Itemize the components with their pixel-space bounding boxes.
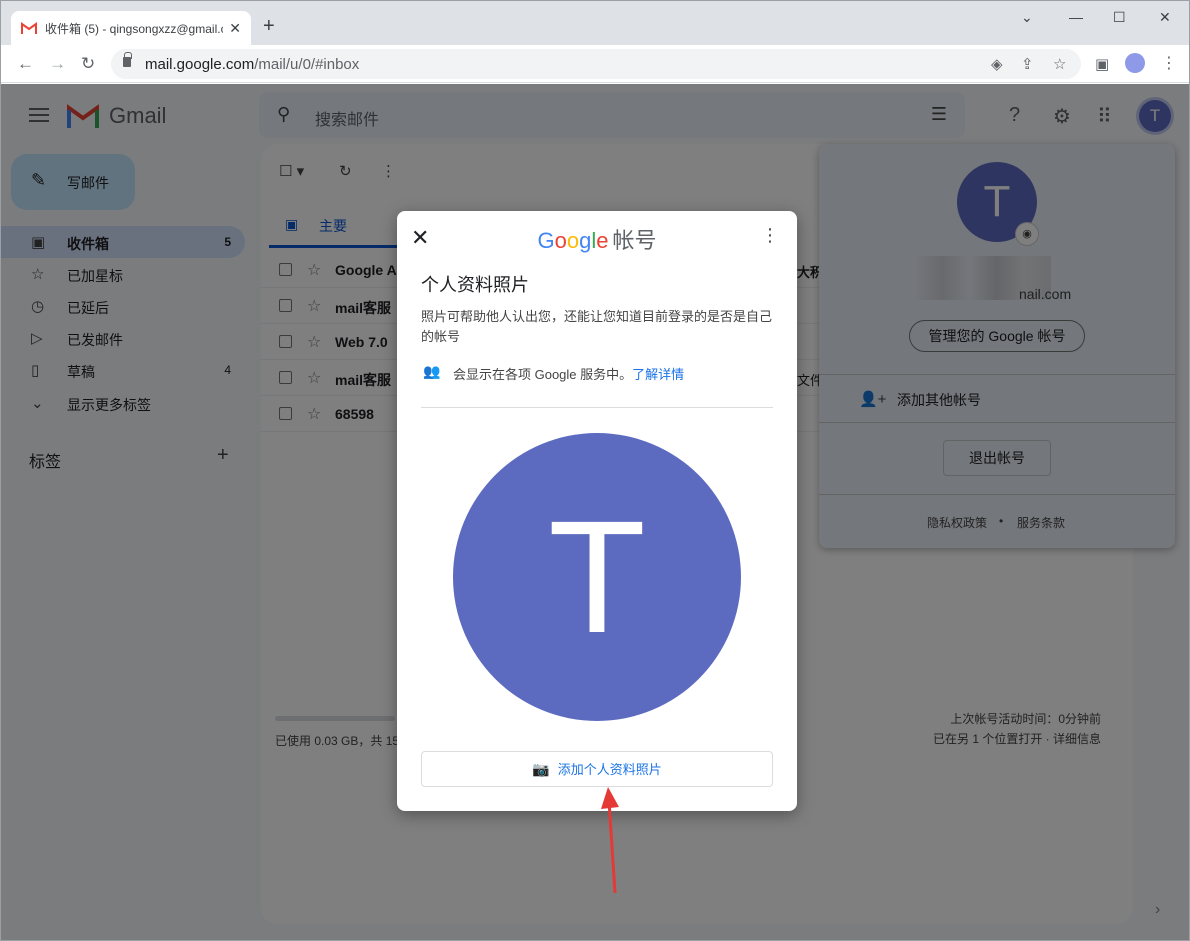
more-options-icon[interactable]: ⋮	[761, 225, 779, 246]
forward-icon[interactable]: →	[49, 54, 66, 74]
toolbar: ← → ↻ mail.google.com/mail/u/0/#inbox ◈ …	[1, 45, 1189, 83]
browser-menu-icon[interactable]: ⋮	[1161, 53, 1177, 73]
visibility-note: 会显示在各项 Google 服务中。了解详情	[453, 367, 685, 382]
share-icon[interactable]: ⇪	[1021, 55, 1034, 73]
chevron-right-icon[interactable]: ›	[1155, 901, 1160, 919]
reload-icon[interactable]: ↻	[81, 54, 95, 74]
people-icon: 👥	[423, 363, 441, 379]
profile-photo: T	[453, 433, 741, 721]
browser-profile-icon[interactable]	[1125, 53, 1145, 73]
tab-search-chevron-icon[interactable]: ⌄	[1021, 9, 1033, 26]
address-bar[interactable]: mail.google.com/mail/u/0/#inbox ◈ ⇪ ☆	[111, 49, 1081, 79]
bookmark-star-icon[interactable]: ☆	[1053, 55, 1066, 73]
learn-more-link[interactable]: 了解详情	[632, 367, 684, 382]
lock-icon	[123, 52, 132, 67]
dialog-description: 照片可帮助他人认出您，还能让您知道目前登录的是否是自己的帐号	[421, 309, 773, 344]
tab-strip: 收件箱 (5) - qingsongxzz@gmail.com ✕ + ⌄ — …	[1, 1, 1189, 45]
divider	[421, 407, 773, 408]
dialog-heading: 个人资料照片	[421, 275, 529, 295]
tab-title: 收件箱 (5) - qingsongxzz@gmail.com	[45, 21, 223, 36]
tab-close-icon[interactable]: ✕	[229, 20, 241, 37]
add-photo-label: 添加个人资料照片	[557, 762, 662, 777]
sidepanel-icon[interactable]: ▣	[1095, 55, 1109, 73]
add-photo-button[interactable]: 📷 添加个人资料照片	[421, 751, 773, 787]
url-text: mail.google.com/mail/u/0/#inbox	[145, 56, 360, 73]
profile-photo-dialog: ✕ Google 帐号 ⋮ 个人资料照片 照片可帮助他人认出您，还能让您知道目前登…	[397, 211, 797, 811]
minimize-icon[interactable]: —	[1069, 9, 1083, 25]
annotation-arrow-icon	[601, 787, 619, 894]
window-close-icon[interactable]: ✕	[1159, 9, 1171, 26]
browser-window: 收件箱 (5) - qingsongxzz@gmail.com ✕ + ⌄ — …	[0, 0, 1190, 941]
dialog-title: Google 帐号	[537, 228, 657, 253]
maximize-icon[interactable]: ☐	[1113, 9, 1126, 26]
back-icon[interactable]: ←	[17, 54, 34, 74]
new-tab-icon[interactable]: +	[263, 15, 275, 38]
view-icon[interactable]: ◈	[991, 55, 1003, 73]
gmail-favicon-icon	[21, 22, 37, 34]
add-photo-icon: 📷	[532, 761, 550, 777]
browser-tab[interactable]: 收件箱 (5) - qingsongxzz@gmail.com ✕	[11, 11, 251, 45]
